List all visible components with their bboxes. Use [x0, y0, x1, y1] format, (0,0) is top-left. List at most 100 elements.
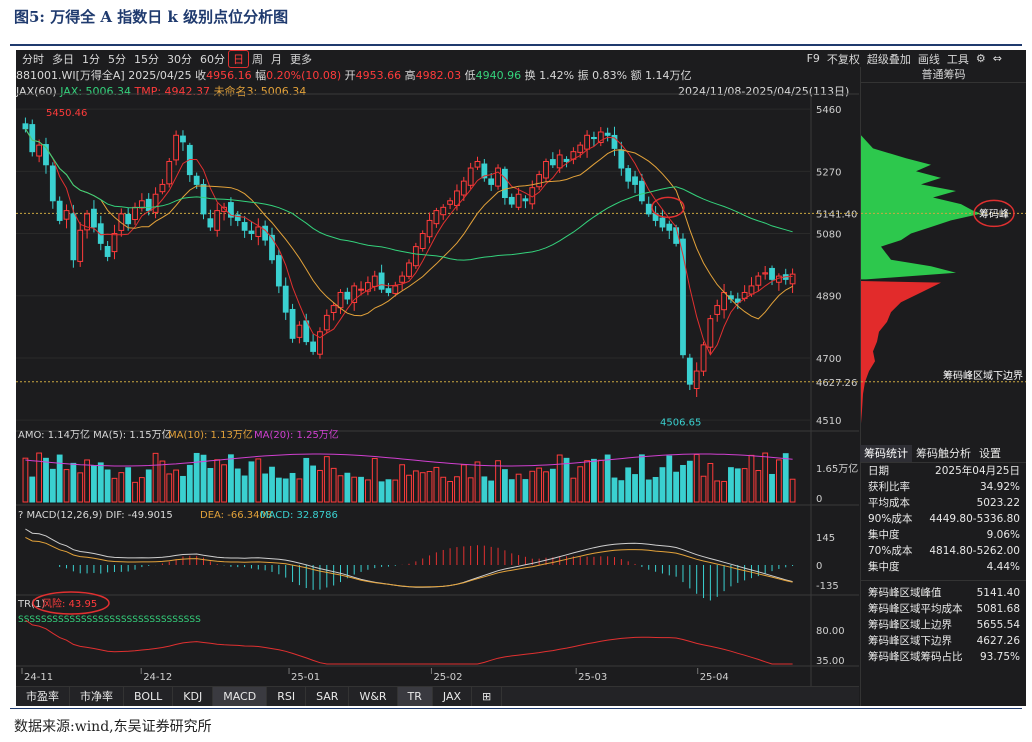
amo-bar: [515, 473, 522, 503]
amo-bar: [625, 467, 632, 503]
amo-bar: [22, 457, 29, 503]
candle-body: [262, 225, 269, 241]
candle-body: [577, 144, 584, 153]
amo-bar: [775, 459, 782, 503]
price-tick-label: 4890: [816, 292, 841, 303]
stat-row: 70%成本 4814.80-5262.00: [860, 543, 1026, 559]
candle-body: [536, 174, 543, 188]
amo-bar: [289, 472, 296, 503]
stat-row: 获利比率 34.92%: [860, 479, 1026, 495]
stat-row: 筹码峰区域平均成本 5081.68: [860, 601, 1026, 617]
amo-tick-label: 1.65万亿: [816, 462, 858, 475]
amo-bar: [91, 465, 97, 503]
date-tick-label: 25-03: [578, 672, 607, 683]
tool-6[interactable]: ⇔: [993, 52, 1002, 65]
amo-bar: [214, 459, 221, 503]
amo-bar: [741, 468, 748, 503]
macd-label: ? MACD(12,26,9) DIF: -49.9015: [18, 510, 173, 521]
date-tick-label: 25-01: [291, 672, 320, 683]
candle-body: [200, 183, 207, 215]
indicator-tab-6[interactable]: SAR: [306, 687, 350, 706]
candle-body: [371, 275, 378, 287]
amo-bar: [426, 471, 433, 503]
candle-body: [152, 193, 159, 213]
stat-row: 集中度 4.44%: [860, 559, 1026, 575]
amo-ma10-label: MA(10): 1.13万亿: [168, 428, 253, 441]
amo-bar: [549, 468, 556, 503]
amo-bar: [351, 476, 358, 503]
price-tick-label: 5270: [816, 167, 841, 178]
candle-body: [344, 291, 351, 300]
amo-bar: [234, 468, 241, 503]
price-tick-label: 5080: [816, 230, 841, 241]
amo-bar: [412, 470, 419, 503]
candle-body: [755, 275, 762, 286]
stat-row: 筹码峰区域峰值 5141.40: [860, 585, 1026, 601]
indicator-tab-5[interactable]: RSI: [267, 687, 307, 706]
amo-bar: [97, 462, 104, 503]
candle-body: [515, 193, 522, 208]
candle-body: [638, 180, 645, 202]
indicator-tab-3[interactable]: KDJ: [173, 687, 214, 706]
indicator-tab-7[interactable]: W&R: [349, 687, 398, 706]
amo-bar: [111, 477, 118, 503]
stat-label: 筹码峰区域平均成本: [868, 603, 963, 615]
amo-bar: [152, 452, 159, 503]
amo-bar: [228, 454, 234, 503]
amo-bar: [762, 452, 769, 503]
amo-bar: [700, 475, 707, 503]
candle-body: [426, 219, 433, 238]
candle-body: [392, 285, 399, 294]
indicator-tab-0[interactable]: 市盈率: [16, 687, 70, 706]
tool-4[interactable]: 工具: [947, 51, 969, 67]
amo-bar: [275, 477, 282, 503]
amo-bar: [721, 480, 727, 503]
amo-ma20-line: [25, 453, 793, 467]
indicator-tab-2[interactable]: BOLL: [124, 687, 174, 706]
candle-body: [180, 135, 186, 143]
amo-bar: [159, 460, 166, 503]
stats-tab-1[interactable]: 筹码触分析: [912, 445, 975, 462]
tool-2[interactable]: 超级叠加: [867, 51, 911, 67]
candle-body: [399, 275, 406, 283]
candle-body: [556, 154, 563, 169]
amo-bar: [666, 455, 673, 503]
indicator-tab-8[interactable]: TR: [397, 687, 433, 706]
candle-body: [248, 230, 255, 235]
candle-body: [193, 175, 200, 185]
amo-bar: [419, 472, 426, 503]
stat-value: 4449.80-5336.80: [929, 513, 1020, 525]
amo-bar: [447, 481, 453, 503]
candle-body: [214, 210, 221, 231]
amo-bar: [584, 460, 590, 503]
candle-body: [77, 229, 84, 262]
tool-5[interactable]: ⚙: [976, 52, 986, 65]
stat-label: 集中度: [868, 561, 900, 573]
stats-tab-0[interactable]: 筹码统计: [860, 445, 912, 462]
indicator-tab-1[interactable]: 市净率: [70, 687, 124, 706]
amo-bar: [707, 462, 714, 503]
amo-bar: [728, 467, 734, 503]
candle-body: [563, 158, 570, 162]
candle-body: [700, 344, 707, 372]
stat-row: 集中度 9.06%: [860, 527, 1026, 543]
indicator-tab-10[interactable]: ⊞: [472, 687, 503, 706]
amo-bar: [317, 469, 323, 503]
indicator-tab-9[interactable]: JAX: [433, 687, 473, 706]
stat-label: 日期: [868, 465, 889, 477]
candle-body: [769, 267, 775, 280]
amo-bar: [454, 476, 460, 503]
indicator-tab-4[interactable]: MACD: [213, 687, 268, 706]
amo-bar: [748, 454, 755, 503]
stats-tab-2[interactable]: 设置: [975, 445, 1005, 462]
chip-lower-label: 筹码峰区域下边界: [943, 369, 1023, 382]
candle-body: [584, 134, 590, 150]
stats-tabs: 筹码统计 筹码触分析 设置: [860, 445, 1026, 463]
candle-body: [358, 288, 364, 291]
candle-body: [460, 180, 467, 196]
stat-value: 4627.26: [976, 635, 1020, 647]
tool-3[interactable]: 画线: [918, 51, 940, 67]
amo-bar: [303, 457, 310, 503]
chip-distribution: 筹码峰筹码峰区域下边界: [861, 135, 1026, 424]
tr-tick-label: 80.00: [816, 626, 845, 637]
